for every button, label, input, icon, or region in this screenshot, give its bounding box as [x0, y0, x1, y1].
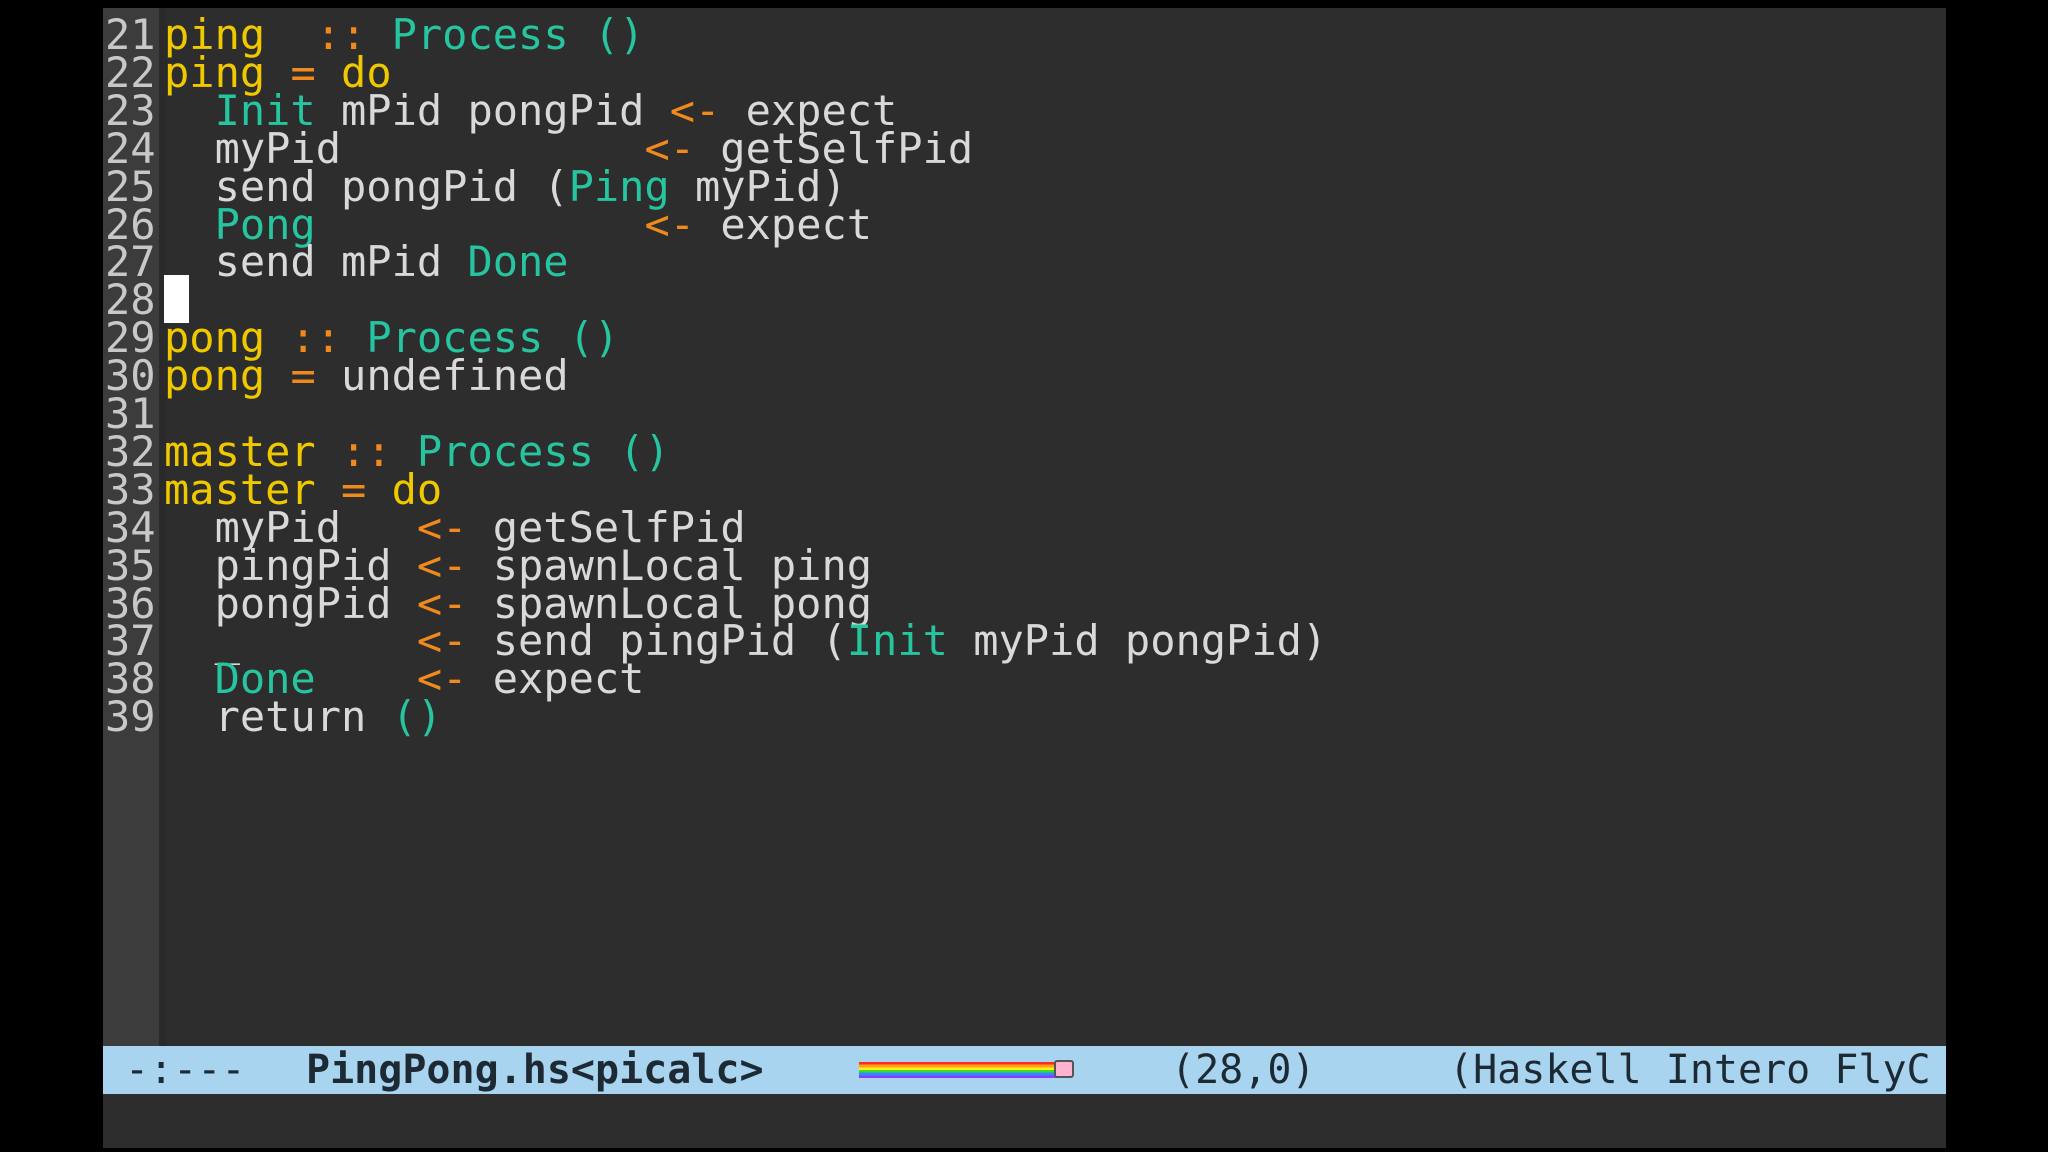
line-text: pong = undefined	[164, 351, 569, 400]
code-token: Init	[846, 616, 948, 666]
nyan-rainbow-icon	[859, 1062, 1059, 1078]
code-token: send mPid	[164, 237, 468, 287]
code-token: ()	[391, 692, 443, 742]
code-token: return	[164, 692, 392, 742]
code-token: Process ()	[366, 10, 645, 59]
buffer-status: -:---	[125, 1047, 246, 1093]
nyan-cat-icon	[1054, 1060, 1074, 1078]
code-token: expect	[467, 654, 645, 704]
code-token: =	[290, 351, 316, 401]
line-text: send mPid Done	[164, 237, 569, 286]
code-token: Done	[467, 237, 569, 287]
code-token: Process ()	[416, 426, 670, 476]
code-token: pong	[164, 351, 266, 401]
mode-line: -:--- PingPong.hs<picalc> (28,0) (Haskel…	[103, 1046, 1946, 1094]
editor-window: 21 ping :: Process () 22 ping = do 23 Init m…	[103, 8, 1946, 1148]
echo-area[interactable]	[103, 1094, 1946, 1148]
code-token: <-	[644, 199, 696, 249]
major-minor-modes[interactable]: (Haskell Intero FlyC	[1449, 1046, 1931, 1094]
cursor-position: (28,0)	[1171, 1047, 1316, 1093]
line-number: 39	[105, 692, 156, 742]
code-token: expect	[695, 199, 873, 249]
buffer-name[interactable]: PingPong.hs<picalc>	[306, 1046, 764, 1094]
code-token: myPid pongPid)	[947, 616, 1328, 666]
code-token: undefined	[315, 351, 569, 401]
line-text: return ()	[164, 692, 443, 742]
